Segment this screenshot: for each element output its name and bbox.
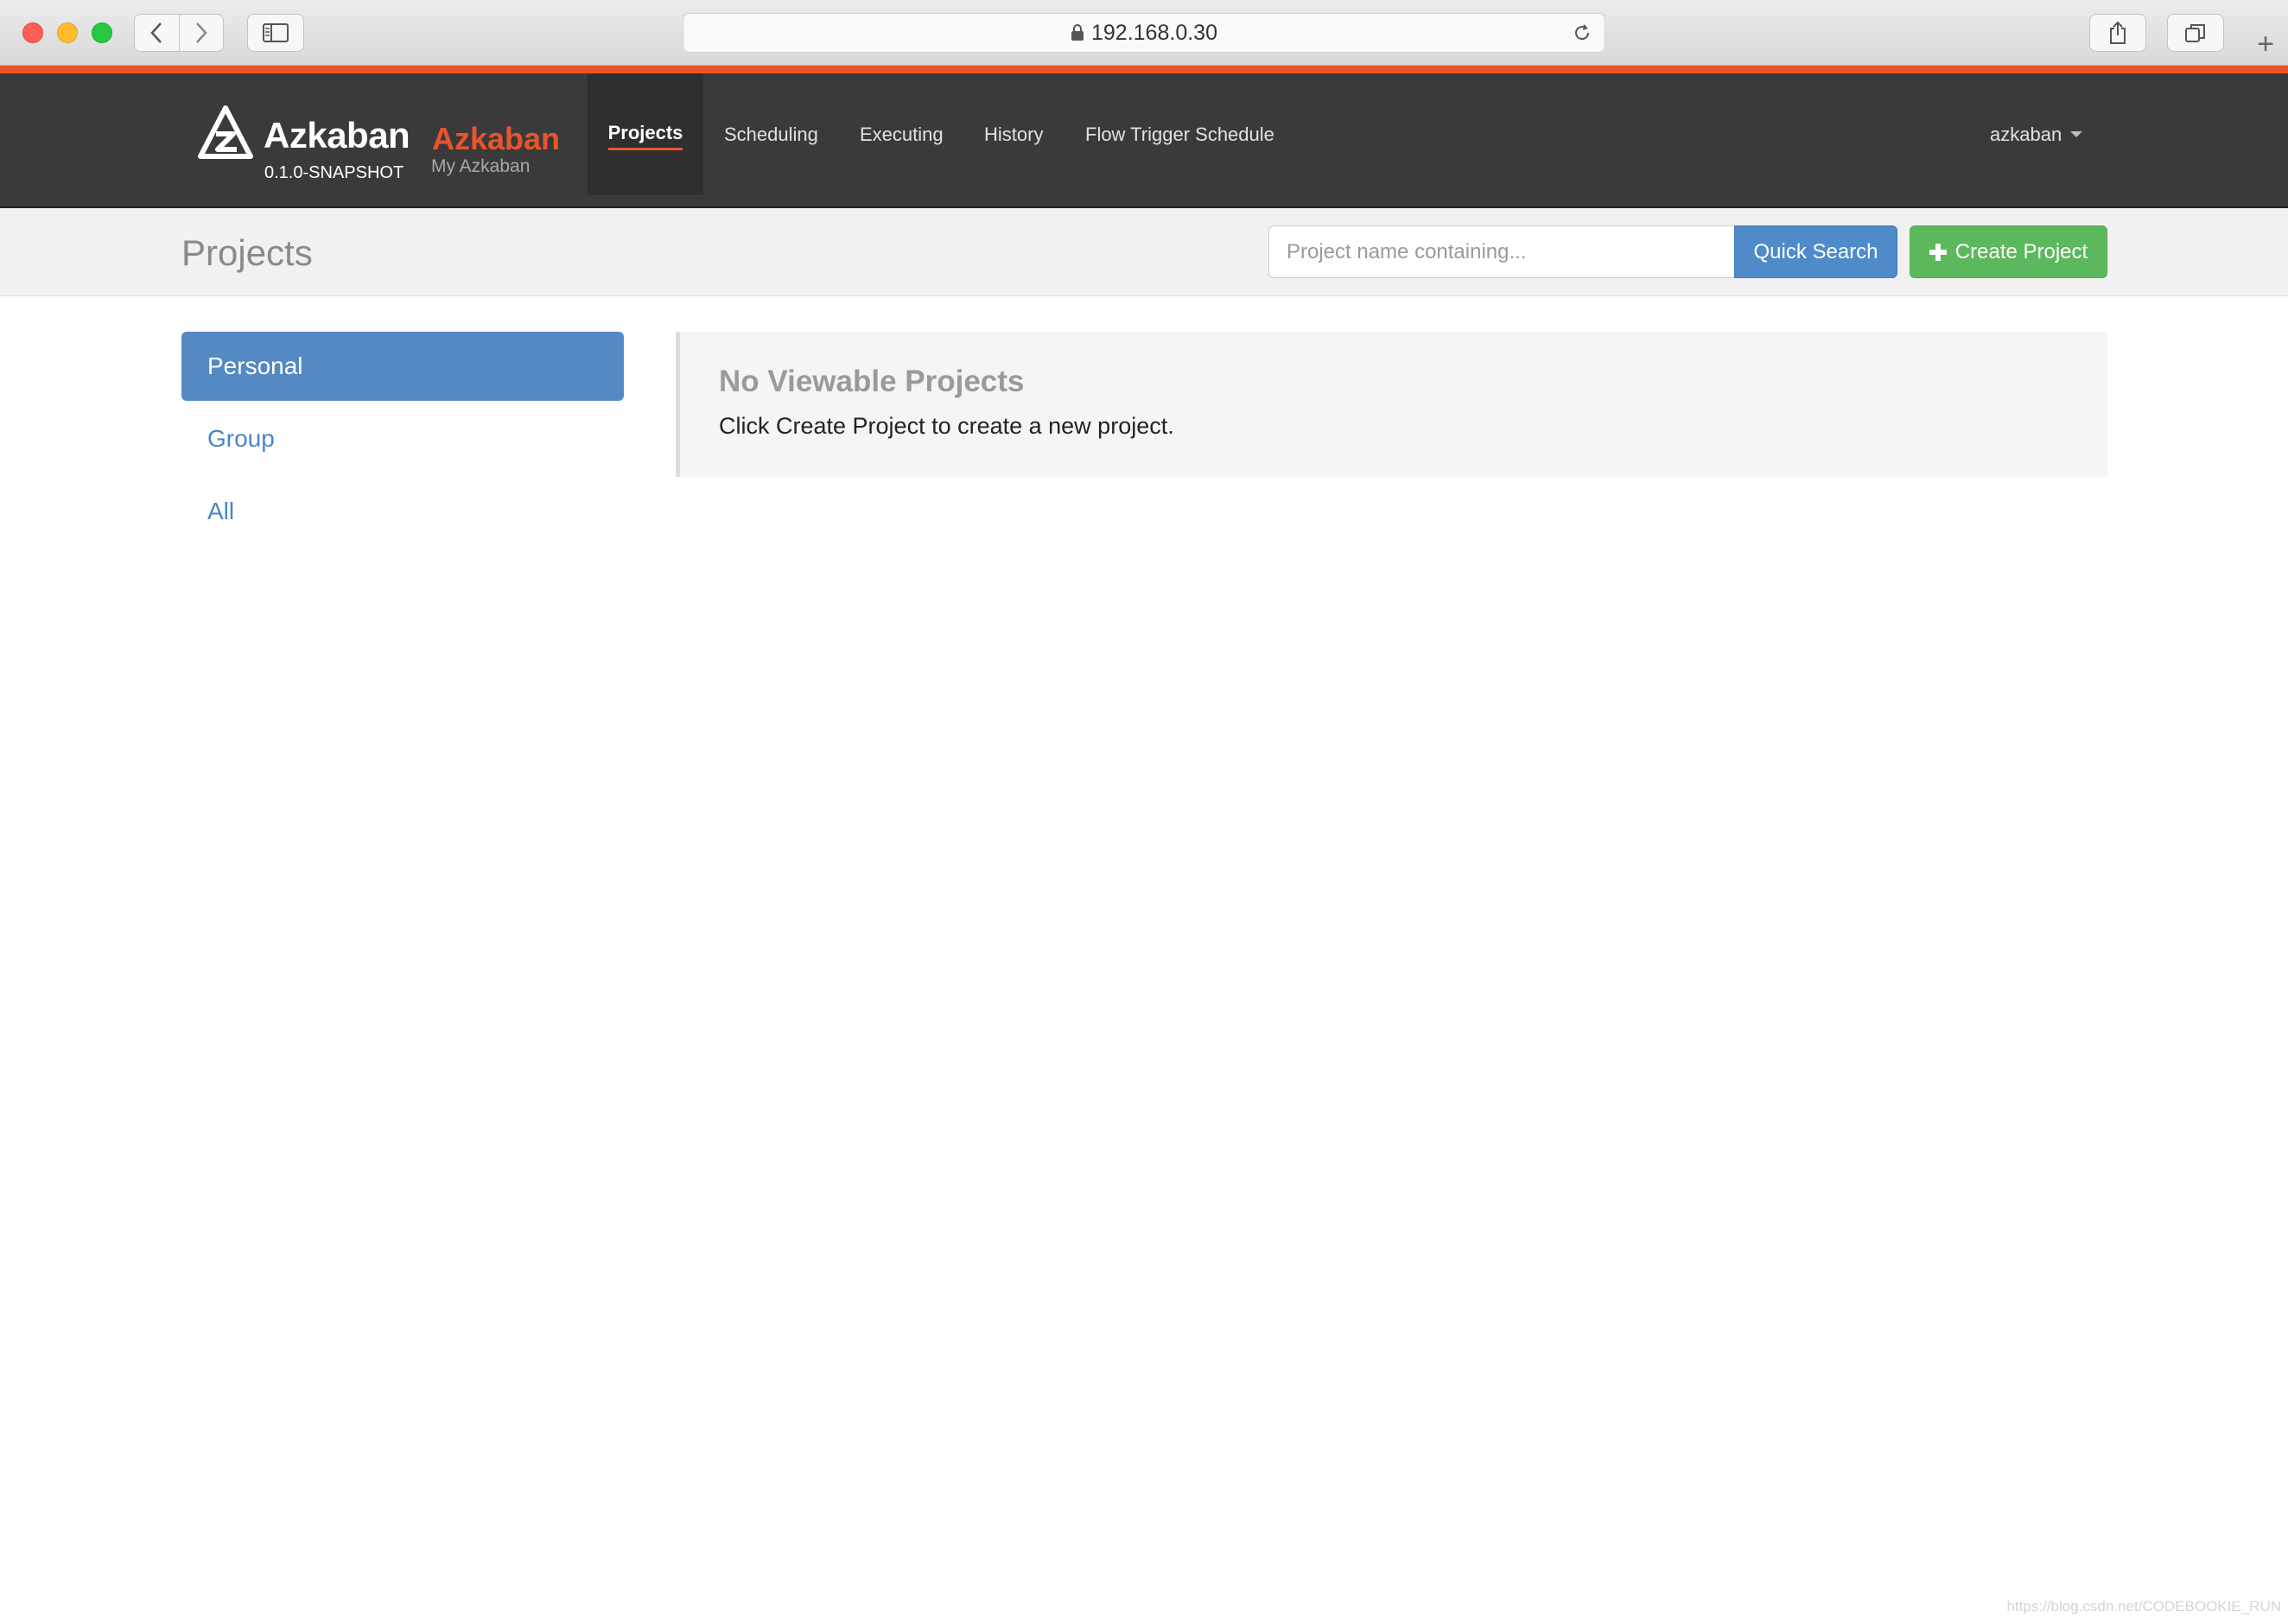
- empty-state-message: Click Create Project to create a new pro…: [719, 413, 1174, 439]
- top-navbar: Azkaban 0.1.0-SNAPSHOT Azkaban My Azkaba…: [0, 73, 2288, 208]
- url-text: 192.168.0.30: [1091, 20, 1217, 45]
- nav-projects[interactable]: Projects: [588, 73, 703, 195]
- nav-scheduling[interactable]: Scheduling: [724, 73, 818, 195]
- zoom-window-button[interactable]: [92, 22, 112, 43]
- brand-subtitle-caption: My Azkaban: [431, 156, 531, 176]
- watermark: https://blog.csdn.net/CODEBOOKIE_RUN: [2006, 1598, 2281, 1614]
- back-button[interactable]: [135, 15, 179, 51]
- share-icon: [2110, 21, 2126, 44]
- tabs-icon: [2185, 24, 2205, 42]
- brand-version: 0.1.0-SNAPSHOT: [264, 163, 404, 182]
- empty-state-title: No Viewable Projects: [719, 365, 1025, 398]
- sidebar-item-group[interactable]: Group: [181, 404, 624, 473]
- browser-toolbar: 192.168.0.30 +: [0, 0, 2288, 66]
- user-menu[interactable]: azkaban: [1990, 73, 2083, 195]
- page-title: Projects: [181, 232, 313, 273]
- close-window-button[interactable]: [22, 22, 43, 43]
- empty-state-panel: No Viewable Projects Click Create Projec…: [676, 332, 2107, 477]
- chevron-left-icon: [150, 22, 162, 43]
- azkaban-logo-icon: [198, 105, 253, 159]
- address-bar[interactable]: 192.168.0.30: [683, 13, 1605, 53]
- create-project-label: Create Project: [1954, 239, 2088, 263]
- plus-icon: +: [2257, 27, 2274, 60]
- nav-flow-trigger-schedule[interactable]: Flow Trigger Schedule: [1085, 73, 1274, 195]
- sidebar-item-personal[interactable]: Personal: [181, 332, 624, 401]
- nav-executing[interactable]: Executing: [860, 73, 944, 195]
- quick-search-button[interactable]: Quick Search: [1734, 225, 1897, 278]
- new-tab-button[interactable]: +: [2247, 22, 2285, 66]
- user-name: azkaban: [1990, 123, 2062, 145]
- browser-accent-line: [0, 66, 2288, 73]
- chevron-right-icon: [196, 22, 207, 43]
- sidebar-item-all[interactable]: All: [181, 477, 624, 546]
- create-project-button[interactable]: Create Project: [1910, 225, 2107, 278]
- nav-projects-label: Projects: [607, 122, 683, 150]
- reload-icon[interactable]: [1572, 22, 1592, 49]
- show-sidebar-button[interactable]: [247, 14, 304, 52]
- caret-down-icon: [2070, 131, 2083, 137]
- lock-icon: [1071, 24, 1084, 41]
- history-nav-group: [134, 14, 224, 52]
- forward-button[interactable]: [178, 15, 223, 51]
- nav-history[interactable]: History: [984, 73, 1043, 195]
- page-header: Projects Quick Search Create Project: [0, 208, 2288, 296]
- sidebar-icon: [263, 23, 289, 42]
- share-button[interactable]: [2089, 14, 2146, 52]
- project-search-input[interactable]: [1268, 225, 1735, 278]
- plus-icon: [1929, 243, 1947, 261]
- brand-subtitle: Azkaban: [432, 121, 561, 156]
- minimize-window-button[interactable]: [57, 22, 78, 43]
- tab-overview-button[interactable]: [2167, 14, 2224, 52]
- brand-name[interactable]: Azkaban: [264, 115, 410, 156]
